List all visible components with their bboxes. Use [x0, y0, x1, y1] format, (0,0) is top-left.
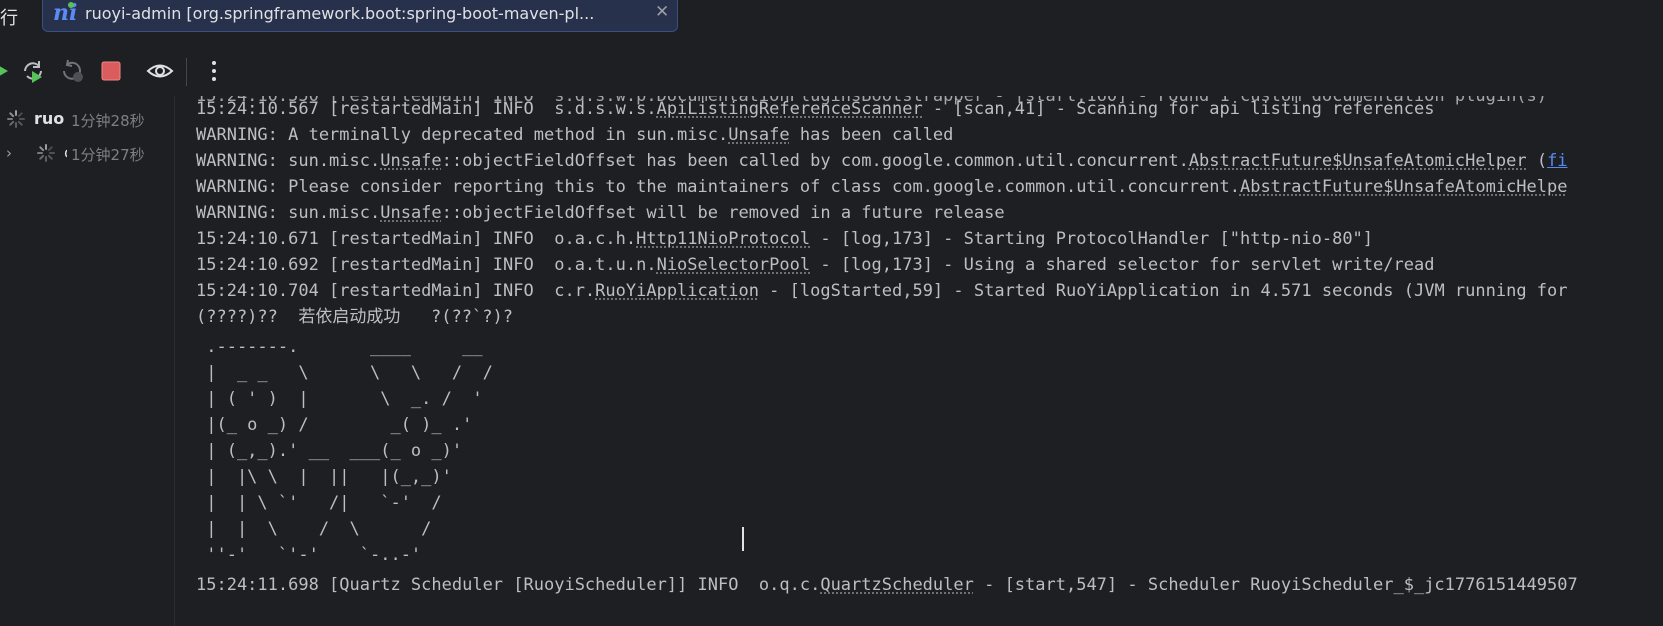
log-text: - [log,173] - Starting ProtocolHandler […	[810, 229, 1374, 249]
log-text: WARNING: A terminally deprecated method …	[196, 125, 729, 145]
log-class-link[interactable]: RuoYiApplication	[595, 281, 759, 301]
log-line: | _ _ \ \ \ / /	[196, 360, 493, 386]
log-text: | | \ / \ /	[196, 519, 432, 539]
close-icon[interactable]: ✕	[655, 2, 669, 22]
log-class-link[interactable]: Http11NioProtocol	[636, 229, 810, 249]
log-text: | ( ' ) | \ _. / '	[196, 389, 483, 409]
log-line: WARNING: Please consider reporting this …	[196, 174, 1567, 200]
list-item[interactable]: ruo 1分钟28秒	[0, 106, 175, 132]
log-text: - [scan,41] - Scanning for api listing r…	[922, 99, 1435, 119]
log-class-link[interactable]: NioSelectorPool	[657, 255, 811, 275]
log-text: 15:24:11.698 [Quartz Scheduler [RuoyiSch…	[196, 575, 821, 595]
log-text: | _ _ \ \ \ / /	[196, 363, 493, 383]
running-indicator-icon	[68, 2, 74, 8]
log-line: WARNING: sun.misc.Unsafe::objectFieldOff…	[196, 200, 1005, 226]
loading-spinner-icon	[37, 144, 55, 162]
log-class-link[interactable]: Unsafe	[728, 125, 789, 145]
run-duration: 1分钟28秒	[71, 110, 145, 131]
log-text: WARNING: sun.misc.	[196, 203, 381, 223]
log-text: 15:24:10.704 [restartedMain] INFO c.r.	[196, 281, 596, 301]
log-class-link[interactable]: ApiListingReferenceScanner	[657, 99, 923, 119]
run-toolbar	[0, 44, 1663, 96]
log-line: 15:24:10.671 [restartedMain] INFO o.a.c.…	[196, 226, 1373, 252]
log-line: (????)?? 若依启动成功 ?(??`?)?	[196, 304, 513, 330]
log-class-link[interactable]: Unsafe	[380, 203, 441, 223]
run-icon[interactable]	[0, 57, 14, 85]
toolbar-separator	[186, 58, 187, 86]
log-text: | (_,_).' __ ___(_ o _)'	[196, 441, 463, 461]
log-text: - [log,173] - Using a shared selector fo…	[810, 255, 1435, 275]
chevron-right-icon[interactable]: ›	[6, 144, 12, 162]
log-line: | ( ' ) | \ _. / '	[196, 386, 483, 412]
restart-icon[interactable]	[58, 57, 86, 85]
loading-spinner-icon	[7, 110, 25, 128]
text-caret	[742, 527, 744, 551]
log-file-link[interactable]: fi	[1547, 151, 1567, 171]
log-line: WARNING: A terminally deprecated method …	[196, 122, 953, 148]
run-configuration-tab[interactable]: ni ruoyi-admin [org.springframework.boot…	[42, 0, 678, 32]
log-line: | | \ / \ /	[196, 516, 431, 542]
log-text: (????)?? 若依启动成功 ?(??`?)?	[196, 307, 513, 327]
tool-window-label[interactable]: 行	[0, 4, 18, 30]
log-text: | |\ \ | || |(_,_)'	[196, 467, 452, 487]
log-line: | (_,_).' __ ___(_ o _)'	[196, 438, 462, 464]
log-line: .-------. ____ __	[196, 334, 483, 360]
rerun-icon[interactable]	[19, 57, 47, 85]
log-text: 15:24:10.567 [restartedMain] INFO s.d.s.…	[196, 99, 657, 119]
log-text: |(_ o _) / _( )_ .'	[196, 415, 473, 435]
log-class-link[interactable]: Unsafe	[380, 151, 441, 171]
log-class-link[interactable]: QuartzScheduler	[820, 575, 974, 595]
log-line: |(_ o _) / _( )_ .'	[196, 412, 472, 438]
log-line: WARNING: sun.misc.Unsafe::objectFieldOff…	[196, 148, 1568, 174]
run-process-list: ruo 1分钟28秒 › c 1分钟27秒	[0, 96, 175, 626]
log-text: has been called	[789, 125, 954, 145]
log-line: 15:24:11.698 [Quartz Scheduler [RuoyiSch…	[196, 572, 1578, 598]
log-text: .-------. ____ __	[196, 337, 483, 357]
log-text: - [logStarted,59] - Started RuoYiApplica…	[758, 281, 1568, 301]
log-line: 15:24:10.567 [restartedMain] INFO s.d.s.…	[196, 96, 1434, 122]
log-text: | | \ `' /| `-' /	[196, 493, 442, 513]
editor-tab-bar: 行 ni ruoyi-admin [org.springframework.bo…	[0, 0, 1663, 45]
view-icon[interactable]	[146, 57, 174, 85]
log-line: 15:24:10.692 [restartedMain] INFO o.a.t.…	[196, 252, 1434, 278]
log-class-link[interactable]: AbstractFuture$UnsafeAtomicHelpe	[1240, 177, 1568, 197]
log-text: - [start,547] - Scheduler RuoyiScheduler…	[973, 575, 1578, 595]
run-name: c	[64, 143, 67, 162]
log-line: | |\ \ | || |(_,_)'	[196, 464, 452, 490]
tab-title: ruoyi-admin [org.springframework.boot:sp…	[85, 4, 595, 23]
log-text: 15:24:10.671 [restartedMain] INFO o.a.c.…	[196, 229, 637, 249]
more-icon[interactable]	[200, 57, 228, 85]
log-line: | | \ `' /| `-' /	[196, 490, 442, 516]
log-text: WARNING: sun.misc.	[196, 151, 381, 171]
log-text: (	[1526, 151, 1548, 171]
run-duration: 1分钟27秒	[71, 144, 145, 165]
log-line: ''-' `'-' `-..-'	[196, 542, 421, 568]
list-item[interactable]: › c 1分钟27秒	[0, 140, 175, 166]
log-text: ''-' `'-' `-..-'	[196, 545, 422, 565]
stop-icon[interactable]	[97, 57, 125, 85]
log-text: ::objectFieldOffset will be removed in a…	[441, 203, 1005, 223]
log-text: WARNING: Please consider reporting this …	[196, 177, 1240, 197]
console-output[interactable]: 15:24:10.550 [restartedMain] INFO s.d.s.…	[176, 96, 1663, 626]
run-name: ruo	[34, 109, 64, 128]
log-text: ::objectFieldOffset has been called by c…	[441, 151, 1189, 171]
log-class-link[interactable]: AbstractFuture$UnsafeAtomicHelper	[1189, 151, 1527, 171]
log-line: 15:24:10.704 [restartedMain] INFO c.r.Ru…	[196, 278, 1568, 304]
log-text: 15:24:10.692 [restartedMain] INFO o.a.t.…	[196, 255, 657, 275]
